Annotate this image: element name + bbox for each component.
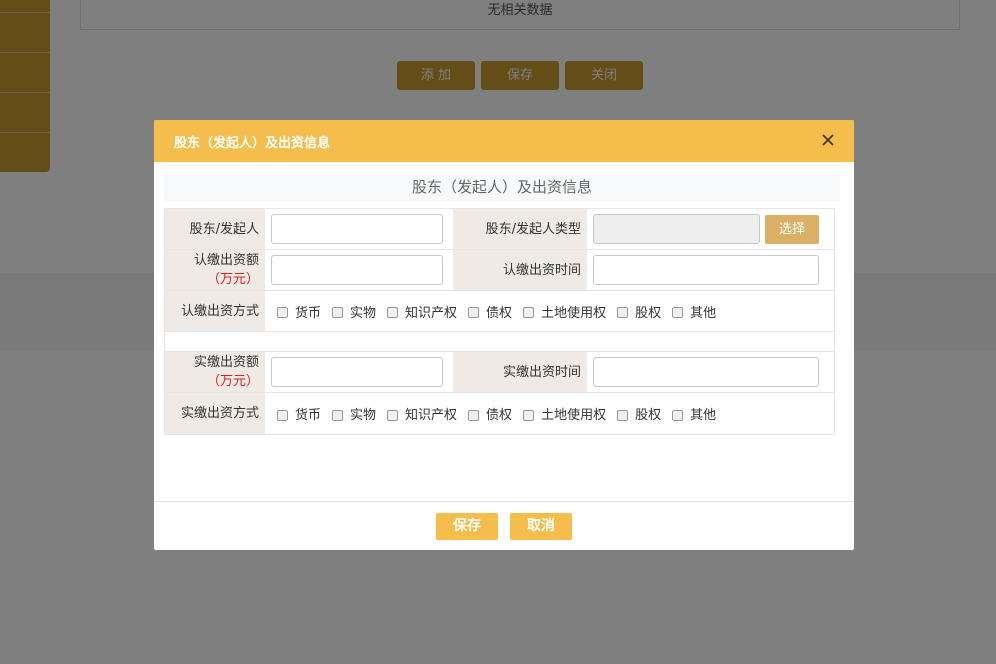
paid-checkbox-other[interactable]: 其他 (672, 404, 716, 423)
paid-amount-label: 实缴出资额 （万元） (165, 352, 265, 392)
method-checkbox-equity[interactable]: 股权 (617, 302, 661, 321)
shareholder-dialog: 股东（发起人）及出资信息 股东（发起人）及出资信息 股东/发起人 股东/发起人类… (154, 120, 854, 550)
paid-time-cell (587, 352, 819, 392)
subscribed-method-label: 认缴出资方式 (165, 291, 265, 331)
dialog-footer: 保存 取消 (154, 501, 854, 550)
shareholder-type-cell: 选择 (587, 209, 819, 249)
checkbox-icon[interactable] (617, 409, 629, 421)
unit-label: （万元） (206, 374, 259, 389)
dialog-header: 股东（发起人）及出资信息 (154, 120, 854, 162)
method-checkbox-land[interactable]: 土地使用权 (523, 302, 606, 321)
unit-label: （万元） (206, 272, 259, 287)
paid-method-label: 实缴出资方式 (165, 393, 265, 434)
paid-method-checkboxes: 货币 实物 知识产权 债权 土地使用权 股权 其他 (265, 393, 834, 434)
checkbox-icon[interactable] (387, 409, 399, 421)
checkbox-icon[interactable] (332, 409, 344, 421)
method-checkbox-ip[interactable]: 知识产权 (387, 302, 457, 321)
dialog-title: 股东（发起人）及出资信息 (174, 135, 331, 151)
method-checkbox-currency[interactable]: 货币 (277, 302, 321, 321)
dialog-body: 股东（发起人）及出资信息 股东/发起人 股东/发起人类型 选择 认缴出资额 （万… (154, 162, 854, 502)
checkbox-icon[interactable] (468, 307, 480, 318)
checkbox-icon[interactable] (672, 409, 684, 421)
shareholder-form: 股东/发起人 股东/发起人类型 选择 认缴出资额 （万元） 认缴出资时间 认缴出… (164, 208, 835, 435)
checkbox-icon[interactable] (672, 307, 684, 318)
checkbox-icon[interactable] (387, 307, 399, 318)
subscribed-amount-cell (265, 250, 453, 290)
shareholder-cell (265, 209, 453, 249)
form-row: 认缴出资额 （万元） 认缴出资时间 (165, 250, 834, 291)
paid-amount-input[interactable] (271, 357, 443, 387)
shareholder-input[interactable] (271, 214, 443, 244)
checkbox-icon[interactable] (468, 409, 480, 421)
subscribed-amount-label: 认缴出资额 （万元） (165, 250, 265, 290)
subscribed-time-input[interactable] (593, 255, 819, 285)
subscribed-method-checkboxes: 货币 实物 知识产权 债权 土地使用权 股权 其他 (265, 291, 834, 331)
method-checkbox-other[interactable]: 其他 (672, 302, 716, 321)
paid-checkbox-land[interactable]: 土地使用权 (523, 404, 606, 423)
dialog-save-button[interactable]: 保存 (436, 512, 498, 540)
checkbox-icon[interactable] (523, 409, 535, 421)
form-heading: 股东（发起人）及出资信息 (164, 174, 840, 202)
subscribed-time-label: 认缴出资时间 (453, 250, 587, 290)
subscribed-time-cell (587, 250, 819, 290)
select-type-button[interactable]: 选择 (765, 214, 819, 244)
shareholder-label: 股东/发起人 (165, 209, 265, 249)
paid-checkbox-equity[interactable]: 股权 (617, 404, 661, 423)
dialog-cancel-button[interactable]: 取消 (510, 512, 572, 540)
paid-amount-cell (265, 352, 453, 392)
paid-checkbox-physical[interactable]: 实物 (332, 404, 376, 423)
shareholder-type-input (593, 214, 760, 244)
method-checkbox-debt[interactable]: 债权 (468, 302, 512, 321)
shareholder-type-label: 股东/发起人类型 (453, 209, 587, 249)
form-spacer-row (165, 332, 834, 352)
checkbox-icon[interactable] (617, 307, 629, 318)
form-row: 实缴出资方式 货币 实物 知识产权 债权 土地使用权 股权 其他 (165, 393, 834, 434)
form-row: 实缴出资额 （万元） 实缴出资时间 (165, 352, 834, 393)
checkbox-icon[interactable] (277, 409, 288, 421)
paid-checkbox-debt[interactable]: 债权 (468, 404, 512, 423)
method-checkbox-physical[interactable]: 实物 (332, 302, 376, 321)
checkbox-icon[interactable] (332, 307, 344, 318)
close-icon[interactable] (820, 132, 836, 148)
paid-checkbox-ip[interactable]: 知识产权 (387, 404, 457, 423)
subscribed-amount-input[interactable] (271, 255, 443, 285)
paid-time-input[interactable] (593, 357, 819, 387)
paid-time-label: 实缴出资时间 (453, 352, 587, 392)
form-row: 认缴出资方式 货币 实物 知识产权 债权 土地使用权 股权 其他 (165, 291, 834, 332)
checkbox-icon[interactable] (277, 307, 288, 318)
checkbox-icon[interactable] (523, 307, 535, 318)
form-row: 股东/发起人 股东/发起人类型 选择 (165, 209, 834, 250)
paid-checkbox-currency[interactable]: 货币 (277, 404, 321, 423)
